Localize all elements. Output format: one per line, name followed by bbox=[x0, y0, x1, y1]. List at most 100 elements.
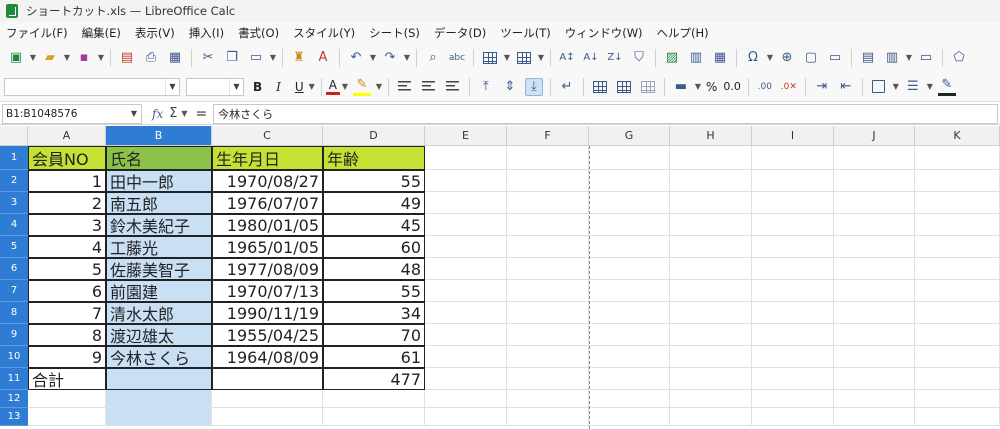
cell-c3[interactable]: 1976/07/07 bbox=[212, 192, 323, 214]
cell-e6[interactable] bbox=[425, 258, 507, 280]
underline-button[interactable]: U bbox=[292, 80, 307, 94]
increase-indent-icon[interactable]: ⇥ bbox=[813, 78, 831, 96]
cell-a10[interactable]: 9 bbox=[28, 346, 106, 368]
cell-a2[interactable]: 1 bbox=[28, 170, 106, 192]
column-icon[interactable] bbox=[515, 49, 533, 67]
column-header-h[interactable]: H bbox=[670, 126, 752, 146]
column-dropdown-icon[interactable]: ▼ bbox=[537, 49, 545, 67]
align-top-icon[interactable]: ⤒ bbox=[477, 78, 495, 96]
cell-b4[interactable]: 鈴木美紀子 bbox=[106, 214, 212, 236]
sum-icon[interactable]: Σ bbox=[169, 106, 177, 121]
clear-formatting-icon[interactable]: A bbox=[314, 49, 332, 67]
cell-d7[interactable]: 55 bbox=[323, 280, 425, 302]
cell-c10[interactable]: 1964/08/09 bbox=[212, 346, 323, 368]
cell-h10[interactable] bbox=[670, 346, 752, 368]
row-header-10[interactable]: 10 bbox=[0, 346, 28, 368]
cell-i5[interactable] bbox=[752, 236, 834, 258]
align-left-icon[interactable] bbox=[396, 78, 414, 96]
cell-b2[interactable]: 田中一郎 bbox=[106, 170, 212, 192]
open-dropdown-icon[interactable]: ▼ bbox=[63, 49, 71, 67]
new-dropdown-icon[interactable]: ▼ bbox=[29, 49, 37, 67]
cell-g12[interactable] bbox=[589, 390, 670, 408]
cell-h8[interactable] bbox=[670, 302, 752, 324]
cell-h1[interactable] bbox=[670, 146, 752, 170]
menu-file[interactable]: ファイル(F) bbox=[6, 25, 68, 41]
cell-i10[interactable] bbox=[752, 346, 834, 368]
chevron-down-icon[interactable]: ▼ bbox=[127, 105, 141, 123]
column-header-j[interactable]: J bbox=[834, 126, 915, 146]
cell-f11[interactable] bbox=[507, 368, 589, 390]
add-decimal-place-icon[interactable]: .00 bbox=[756, 78, 774, 96]
autofilter-icon[interactable]: ⛉ bbox=[630, 49, 648, 67]
cell-e8[interactable] bbox=[425, 302, 507, 324]
cell-h2[interactable] bbox=[670, 170, 752, 192]
column-header-c[interactable]: C bbox=[212, 126, 323, 146]
align-middle-icon[interactable]: ⇕ bbox=[501, 78, 519, 96]
merge-center-icon[interactable] bbox=[591, 78, 609, 96]
unmerge-cells-icon[interactable] bbox=[639, 78, 657, 96]
cell-j6[interactable] bbox=[834, 258, 915, 280]
define-print-area-icon[interactable]: ▤ bbox=[859, 49, 877, 67]
cell-h6[interactable] bbox=[670, 258, 752, 280]
decrease-indent-icon[interactable]: ⇤ bbox=[837, 78, 855, 96]
cell-i2[interactable] bbox=[752, 170, 834, 192]
cell-h9[interactable] bbox=[670, 324, 752, 346]
cell-a13[interactable] bbox=[28, 408, 106, 426]
formula-input[interactable]: 今林さくら bbox=[213, 103, 998, 124]
menu-insert[interactable]: 挿入(I) bbox=[189, 25, 224, 41]
cell-c6[interactable]: 1977/08/09 bbox=[212, 258, 323, 280]
spelling-icon[interactable]: abc bbox=[448, 49, 466, 67]
cell-h12[interactable] bbox=[670, 390, 752, 408]
cell-g4[interactable] bbox=[589, 214, 670, 236]
cell-f12[interactable] bbox=[507, 390, 589, 408]
number-format-button[interactable]: 0.0 bbox=[720, 80, 744, 93]
cell-j4[interactable] bbox=[834, 214, 915, 236]
column-header-a[interactable]: A bbox=[28, 126, 106, 146]
cell-k6[interactable] bbox=[915, 258, 1000, 280]
sum-dropdown-icon[interactable]: ▼ bbox=[180, 105, 188, 123]
select-all-corner[interactable] bbox=[0, 126, 28, 146]
cell-d12[interactable] bbox=[323, 390, 425, 408]
open-folder-icon[interactable]: ▰ bbox=[41, 49, 59, 67]
cell-f10[interactable] bbox=[507, 346, 589, 368]
cell-k13[interactable] bbox=[915, 408, 1000, 426]
cell-f3[interactable] bbox=[507, 192, 589, 214]
headers-footers-icon[interactable]: ▭ bbox=[826, 49, 844, 67]
menu-format[interactable]: 書式(O) bbox=[238, 25, 279, 41]
align-bottom-icon[interactable]: ⤓ bbox=[524, 77, 543, 96]
cell-c8[interactable]: 1990/11/19 bbox=[212, 302, 323, 324]
row-header-9[interactable]: 9 bbox=[0, 324, 28, 346]
cell-e13[interactable] bbox=[425, 408, 507, 426]
row-header-5[interactable]: 5 bbox=[0, 236, 28, 258]
row-header-7[interactable]: 7 bbox=[0, 280, 28, 302]
save-icon[interactable]: ▪ bbox=[75, 49, 93, 67]
menu-help[interactable]: ヘルプ(H) bbox=[657, 25, 709, 41]
insert-chart-icon[interactable]: ▥ bbox=[687, 49, 705, 67]
font-color-dropdown-icon[interactable]: ▼ bbox=[341, 78, 349, 96]
row-header-12[interactable]: 12 bbox=[0, 390, 28, 408]
cell-a5[interactable]: 4 bbox=[28, 236, 106, 258]
cell-d4[interactable]: 45 bbox=[323, 214, 425, 236]
cell-g10[interactable] bbox=[589, 346, 670, 368]
cell-f6[interactable] bbox=[507, 258, 589, 280]
border-style-icon[interactable]: ☰ bbox=[904, 78, 922, 96]
formula-icon[interactable]: = bbox=[195, 106, 207, 122]
pivot-table-icon[interactable]: ▦ bbox=[711, 49, 729, 67]
cell-j8[interactable] bbox=[834, 302, 915, 324]
cell-k11[interactable] bbox=[915, 368, 1000, 390]
cell-d13[interactable] bbox=[323, 408, 425, 426]
cell-j3[interactable] bbox=[834, 192, 915, 214]
cell-g2[interactable] bbox=[589, 170, 670, 192]
sort-ascending-icon[interactable]: A↓ bbox=[582, 49, 600, 67]
cell-f8[interactable] bbox=[507, 302, 589, 324]
spreadsheet-grid[interactable]: ABCDEFGHIJK 1 会員NO 氏名 生年月日 年齢 2 1 田中一郎 1970/08/2… bbox=[0, 126, 1000, 429]
percent-format-button[interactable]: % bbox=[703, 80, 720, 94]
cell-i9[interactable] bbox=[752, 324, 834, 346]
cell-i11[interactable] bbox=[752, 368, 834, 390]
cell-e4[interactable] bbox=[425, 214, 507, 236]
cell-j1[interactable] bbox=[834, 146, 915, 170]
row-header-3[interactable]: 3 bbox=[0, 192, 28, 214]
cell-f5[interactable] bbox=[507, 236, 589, 258]
highlight-dropdown-icon[interactable]: ▼ bbox=[375, 78, 383, 96]
column-header-b[interactable]: B bbox=[106, 126, 212, 146]
